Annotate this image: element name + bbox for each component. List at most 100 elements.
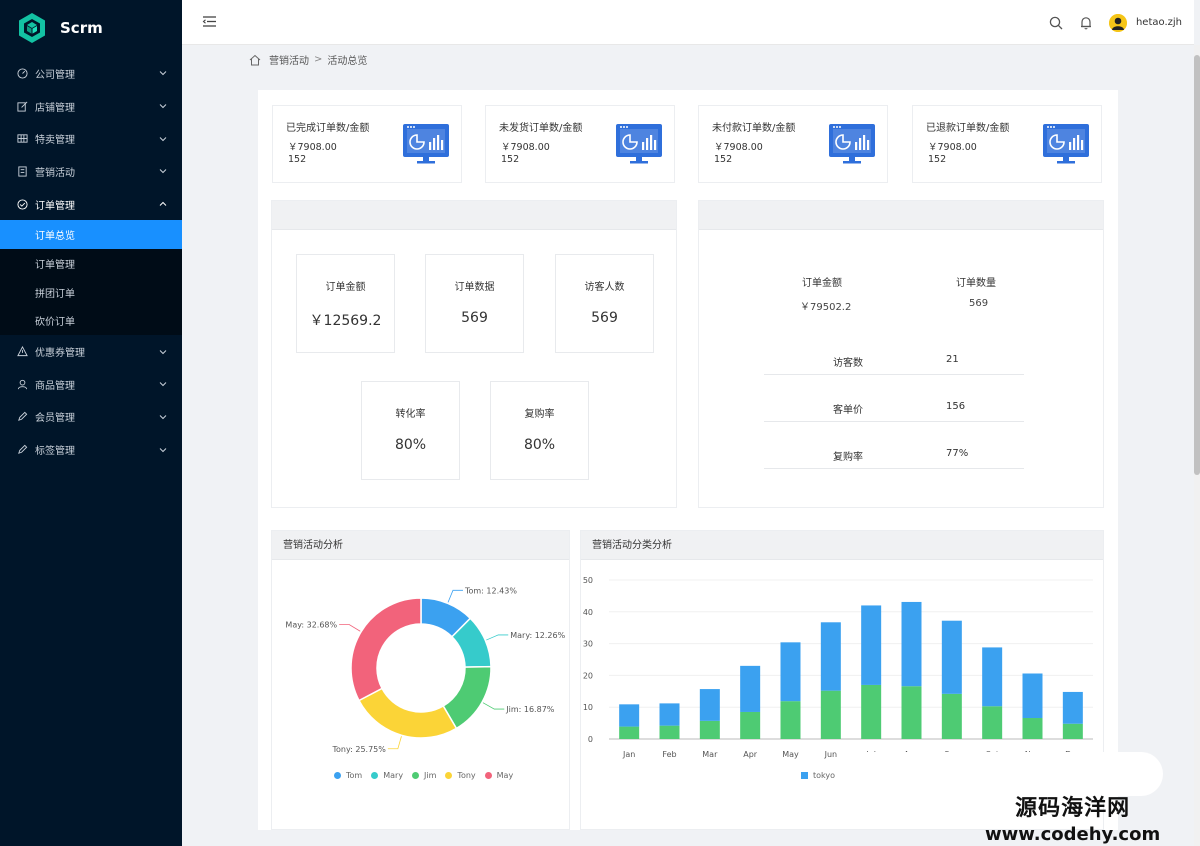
sidebar-item-company[interactable]: 公司管理	[0, 57, 182, 90]
summary-row-avg-price: 客单价 156	[764, 388, 1024, 422]
dashboard-icon	[16, 67, 28, 79]
legend-item-jim[interactable]: Jim	[412, 771, 436, 780]
sidebar-item-orders[interactable]: 订单管理	[0, 188, 182, 221]
x-tick-label: Jan	[622, 750, 635, 759]
breadcrumb: 营销活动 > 活动总览	[249, 52, 367, 67]
sidebar-subitem-bargain-orders[interactable]: 砍价订单	[0, 307, 182, 336]
bar-chart-title: 营销活动分类分析	[581, 531, 1103, 560]
breadcrumb-parent[interactable]: 营销活动	[269, 52, 309, 67]
bar-tokyo-sep[interactable]	[941, 620, 962, 694]
brand-logo-icon	[19, 13, 45, 43]
sidebar-subitem-orders[interactable]: 订单管理	[0, 249, 182, 278]
bar-tokyo-mar[interactable]	[699, 689, 720, 721]
bar-series-1-nov[interactable]	[1022, 718, 1043, 739]
chevron-down-icon	[159, 382, 167, 387]
legend-item-tokyo[interactable]: tokyo	[801, 771, 835, 780]
breadcrumb-separator: >	[314, 54, 323, 65]
bar-tokyo-jan[interactable]	[619, 704, 640, 727]
bar-tokyo-jul[interactable]	[861, 605, 882, 685]
bar-tokyo-jun[interactable]	[820, 622, 841, 691]
chevron-down-icon	[159, 104, 167, 109]
pie-chart-title: 营销活动分析	[272, 531, 569, 560]
sidebar-item-marketing[interactable]: 营销活动	[0, 155, 182, 188]
summary-row-label: 访客数	[833, 358, 863, 369]
avatar[interactable]	[1108, 13, 1127, 32]
bar-series-1-aug[interactable]	[901, 686, 922, 739]
dashboard-monitor-icon	[616, 124, 662, 164]
bar-series-1-jul[interactable]	[861, 684, 882, 739]
bell-icon[interactable]	[1079, 16, 1093, 30]
menu-fold-icon[interactable]	[202, 14, 217, 29]
legend-label: Tony	[457, 771, 476, 780]
stat-card-refunded: 已退款订单数/金额 ￥7908.00 152	[912, 105, 1102, 183]
sidebar-item-store[interactable]: 店铺管理	[0, 90, 182, 123]
x-tick-label: Feb	[662, 750, 676, 759]
sidebar-item-members[interactable]: 会员管理	[0, 401, 182, 434]
breadcrumb-current: 活动总览	[327, 56, 368, 67]
summary-panel: 订单金额 ￥79502.2 订单数量 569 访客数 21 客单价 156 复购…	[698, 200, 1104, 508]
bar-series-1-feb[interactable]	[659, 725, 680, 739]
bar-series-1-jun[interactable]	[820, 690, 841, 739]
pie-slice-tony[interactable]	[357, 687, 458, 739]
bar-series-1-jan[interactable]	[619, 726, 640, 739]
bar-tokyo-may[interactable]	[780, 642, 801, 702]
sidebar-item-label: 营销活动	[35, 167, 75, 179]
legend-item-tony[interactable]: Tony	[445, 771, 476, 780]
x-tick-label: Mar	[702, 750, 718, 759]
sidebar-item-tags[interactable]: 标签管理	[0, 433, 182, 466]
stat-card-unpaid: 未付款订单数/金额 ￥7908.00 152	[698, 105, 888, 183]
brand[interactable]: Scrm	[0, 0, 182, 56]
summary-row-value: 77%	[946, 448, 969, 459]
watermark: 源码海洋网 www.codehy.com	[985, 790, 1160, 845]
legend-dot	[334, 772, 341, 779]
summary-row-visitors: 访客数 21	[764, 341, 1024, 375]
legend-item-tom[interactable]: Tom	[334, 771, 362, 780]
sidebar-subitem-group-orders[interactable]: 拼团订单	[0, 278, 182, 307]
stat-card-count: 152	[501, 154, 520, 165]
pie-slice-may[interactable]	[350, 597, 422, 702]
orders-submenu: 订单总览 订单管理 拼团订单 砍价订单	[0, 220, 182, 336]
summary-amount-label: 订单金额	[802, 278, 842, 289]
search-icon[interactable]	[1049, 16, 1063, 30]
username[interactable]: hetao.zjh	[1136, 17, 1182, 28]
bar-series-1-oct[interactable]	[982, 706, 1003, 739]
sidebar-item-label: 会员管理	[35, 413, 75, 425]
check-circle-icon	[16, 198, 28, 210]
pen-icon	[16, 444, 28, 456]
bar-series-1-may[interactable]	[780, 701, 801, 739]
bar-series-1-mar[interactable]	[699, 720, 720, 739]
page-scrollbar[interactable]	[1194, 45, 1200, 846]
pie-label-line	[387, 736, 402, 750]
pie-label-line	[482, 702, 505, 710]
bar-tokyo-feb[interactable]	[659, 703, 680, 726]
bar-tokyo-oct[interactable]	[982, 647, 1003, 707]
y-tick-label: 30	[583, 640, 593, 649]
bar-tokyo-aug[interactable]	[901, 601, 922, 687]
bar-series-1-apr[interactable]	[740, 711, 761, 739]
dashboard-monitor-icon	[829, 124, 875, 164]
bar-tokyo-dec[interactable]	[1062, 691, 1083, 724]
metrics-panel: 订单金额 ￥12569.2 订单数据 569 访客人数 569 转化率 80% …	[271, 200, 677, 508]
legend-item-may[interactable]: May	[484, 771, 513, 780]
chevron-up-icon	[159, 201, 167, 206]
sidebar-item-sale[interactable]: 特卖管理	[0, 122, 182, 155]
stat-card-title: 已完成订单数/金额	[286, 123, 370, 134]
bar-tokyo-apr[interactable]	[740, 665, 761, 712]
sidebar-item-label: 公司管理	[35, 69, 75, 81]
scrollbar-thumb[interactable]	[1194, 55, 1200, 475]
home-icon[interactable]	[249, 54, 261, 66]
bar-tokyo-nov[interactable]	[1022, 673, 1043, 719]
watermark-line1: 源码海洋网	[1015, 796, 1131, 821]
legend-item-mary[interactable]: Mary	[371, 771, 403, 780]
pie-legend: Tom Mary Jim Tony May	[334, 771, 522, 780]
bar-series-1-dec[interactable]	[1062, 723, 1083, 739]
legend-swatch	[801, 772, 808, 779]
bar-series-1-sep[interactable]	[941, 693, 962, 739]
legend-label: Mary	[383, 771, 404, 780]
sidebar-item-coupons[interactable]: 优惠券管理	[0, 335, 182, 368]
sidebar-item-products[interactable]: 商品管理	[0, 368, 182, 401]
legend-label: tokyo	[813, 771, 836, 780]
summary-row-value: 156	[946, 401, 966, 412]
sidebar-subitem-overview[interactable]: 订单总览	[0, 220, 182, 250]
metric-value: 80%	[523, 437, 556, 453]
